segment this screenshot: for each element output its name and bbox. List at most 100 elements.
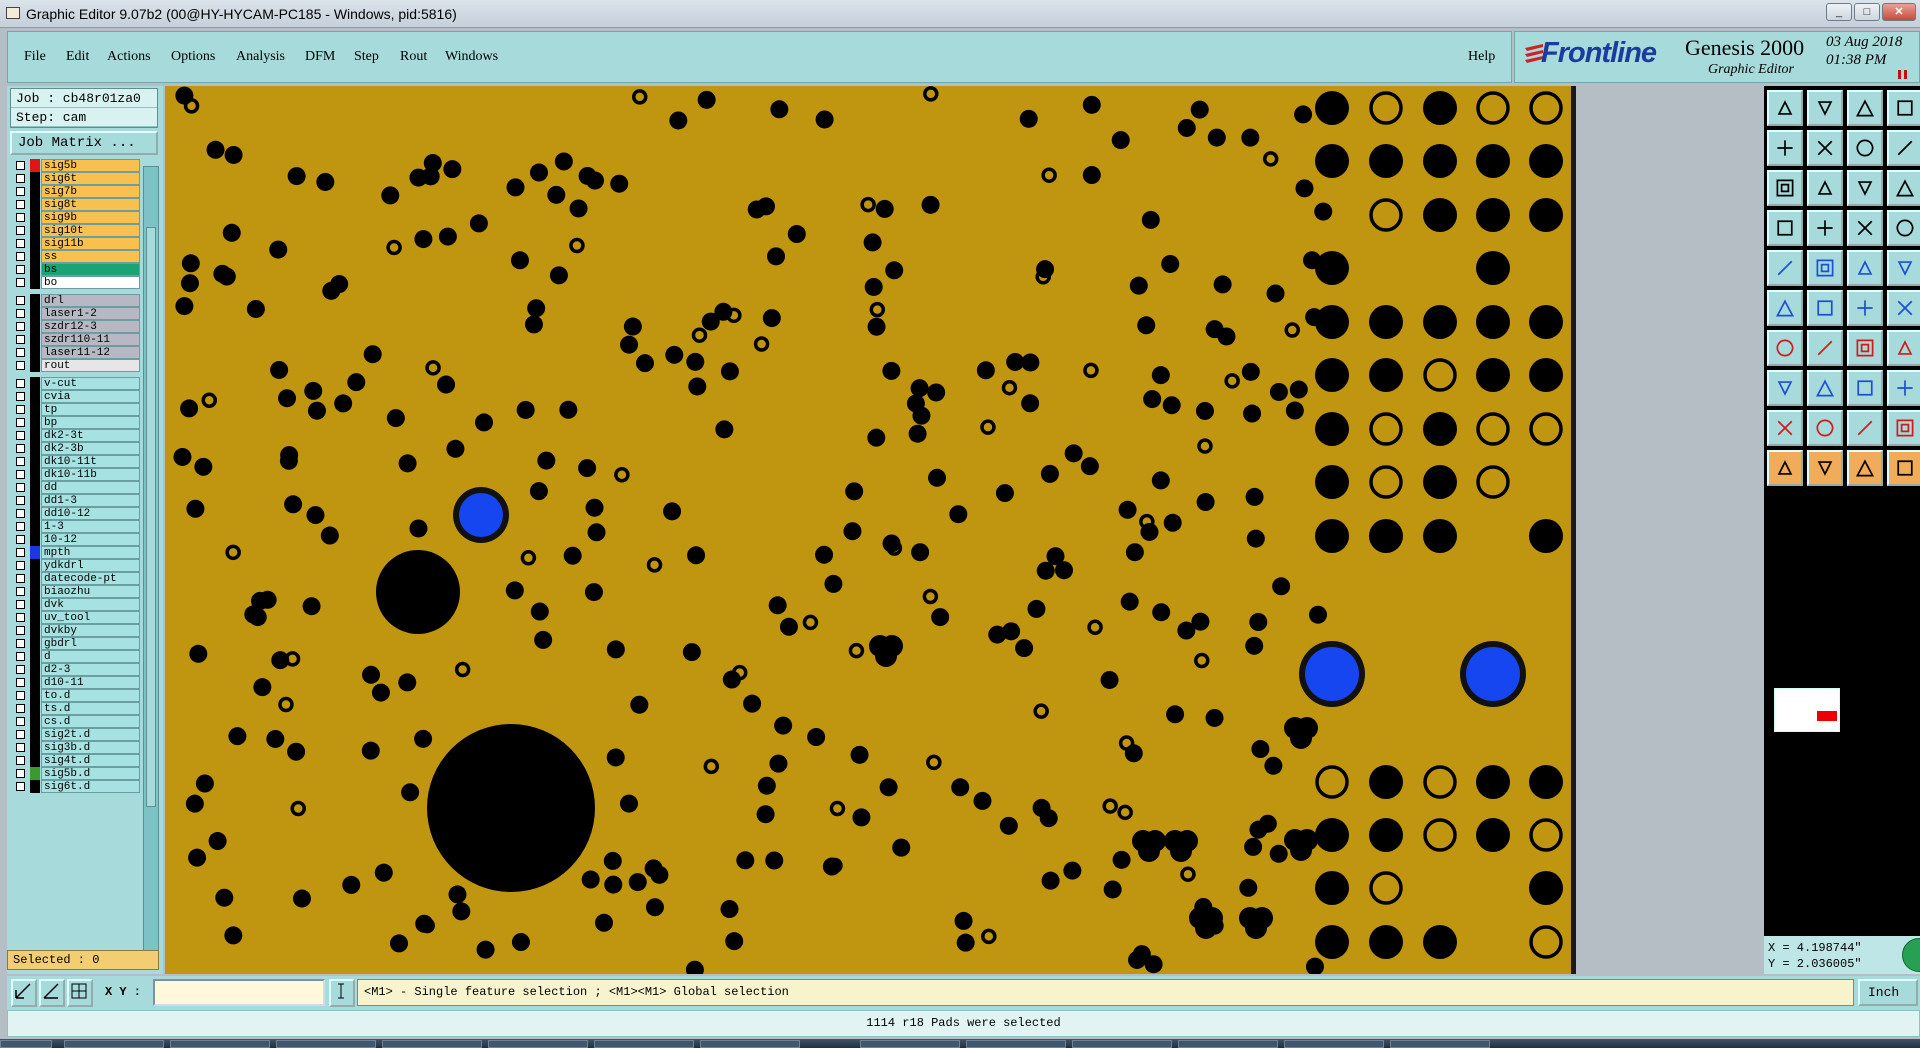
cut-icon[interactable] [1807, 290, 1843, 326]
layer-row[interactable]: ts.d [10, 702, 140, 715]
layer-name[interactable]: dd10-12 [41, 507, 140, 520]
layer-name[interactable]: szdr110-11 [41, 333, 140, 346]
layer-name[interactable]: uv_tool [41, 611, 140, 624]
taskbar-item[interactable] [276, 1040, 376, 1048]
triangle-alt2-icon[interactable] [1847, 410, 1883, 446]
layer-checkbox[interactable] [16, 431, 25, 440]
layer-name[interactable]: dd [41, 481, 140, 494]
layer-row[interactable]: sig6t [10, 172, 140, 185]
layer-checkbox[interactable] [16, 483, 25, 492]
job-matrix-button[interactable]: Job Matrix ... [10, 131, 158, 155]
layer-name[interactable]: sig5b [41, 159, 140, 172]
layer-row[interactable]: dk2-3t [10, 429, 140, 442]
layer-checkbox[interactable] [16, 309, 25, 318]
layer-row[interactable]: bo [10, 276, 140, 289]
close-button[interactable]: ✕ [1882, 3, 1916, 21]
layer-checkbox[interactable] [16, 348, 25, 357]
layer-checkbox[interactable] [16, 252, 25, 261]
layer-name[interactable]: datecode-pt [41, 572, 140, 585]
grid-snap-icon[interactable] [67, 979, 93, 1007]
line-add-icon[interactable] [1807, 250, 1843, 286]
layer-checkbox[interactable] [16, 639, 25, 648]
layer-checkbox[interactable] [16, 665, 25, 674]
layer-row[interactable]: dk10-11b [10, 468, 140, 481]
menu-actions[interactable]: Actions [107, 49, 151, 65]
draw-line-icon[interactable] [1767, 330, 1803, 366]
layer-name[interactable]: cs.d [41, 715, 140, 728]
copy-icon[interactable] [1767, 370, 1803, 406]
layer-name[interactable]: dvkby [41, 624, 140, 637]
text-cursor-icon[interactable] [329, 979, 355, 1007]
layer-checkbox[interactable] [16, 392, 25, 401]
minus-icon[interactable] [1807, 370, 1843, 406]
minimize-button[interactable]: _ [1826, 3, 1852, 21]
layer-row[interactable]: sig8t [10, 198, 140, 211]
taskbar-item[interactable] [700, 1040, 800, 1048]
layer-name[interactable]: dvk [41, 598, 140, 611]
menu-step[interactable]: Step [354, 49, 379, 65]
layer-row[interactable]: sig3b.d [10, 741, 140, 754]
menu-windows[interactable]: Windows [445, 49, 498, 65]
layer-checkbox[interactable] [16, 535, 25, 544]
layer-checkbox[interactable] [16, 743, 25, 752]
layer-checkbox[interactable] [16, 626, 25, 635]
layer-checkbox[interactable] [16, 509, 25, 518]
transform-icon[interactable] [1887, 370, 1920, 406]
layer-row[interactable]: dk2-3b [10, 442, 140, 455]
layer-checkbox[interactable] [16, 161, 25, 170]
layer-checkbox[interactable] [16, 418, 25, 427]
layer-name[interactable]: bp [41, 416, 140, 429]
layer-name[interactable]: bs [41, 263, 140, 276]
layer-name[interactable]: sig6t.d [41, 780, 140, 793]
taskbar-item[interactable] [382, 1040, 482, 1048]
select-arrow-alt-icon[interactable] [1807, 450, 1843, 486]
layer-row[interactable]: drl [10, 294, 140, 307]
layer-name[interactable]: d2-3 [41, 663, 140, 676]
pcb-board-view[interactable] [165, 86, 1576, 974]
taskbar-item[interactable] [488, 1040, 588, 1048]
layer-row[interactable]: sig11b [10, 237, 140, 250]
layer-name[interactable]: 1-3 [41, 520, 140, 533]
layer-checkbox[interactable] [16, 587, 25, 596]
layer-checkbox[interactable] [16, 213, 25, 222]
layer-checkbox[interactable] [16, 239, 25, 248]
triangle-icon[interactable] [1767, 410, 1803, 446]
layer-checkbox[interactable] [16, 296, 25, 305]
taskbar-item[interactable] [594, 1040, 694, 1048]
taskbar-item[interactable] [966, 1040, 1066, 1048]
layer-row[interactable]: bs [10, 263, 140, 276]
menu-help[interactable]: Help [1468, 49, 1495, 65]
surface-icon[interactable] [1847, 250, 1883, 286]
layer-checkbox[interactable] [16, 174, 25, 183]
layer-name[interactable]: dk2-3b [41, 442, 140, 455]
layer-row[interactable]: szdr110-11 [10, 333, 140, 346]
taskbar-item[interactable] [64, 1040, 164, 1048]
taskbar-item[interactable] [1390, 1040, 1490, 1048]
layer-checkbox[interactable] [16, 187, 25, 196]
layer-row[interactable]: gbdrl [10, 637, 140, 650]
layer-row[interactable]: szdr12-3 [10, 320, 140, 333]
layer-name[interactable]: ts.d [41, 702, 140, 715]
layer-name[interactable]: sig8t [41, 198, 140, 211]
layer-row[interactable]: ss [10, 250, 140, 263]
layer-row[interactable]: d10-11 [10, 676, 140, 689]
layer-row[interactable]: dvkby [10, 624, 140, 637]
layer-row[interactable]: to.d [10, 689, 140, 702]
layer-name[interactable]: sig5b.d [41, 767, 140, 780]
layer-row[interactable]: datecode-pt [10, 572, 140, 585]
move-right-icon[interactable] [1807, 130, 1843, 166]
pause-icon[interactable] [1898, 70, 1907, 79]
scrollbar-thumb[interactable] [146, 227, 156, 807]
layer-checkbox[interactable] [16, 613, 25, 622]
triangle-alt3-icon[interactable] [1887, 410, 1920, 446]
layer-name[interactable]: ss [41, 250, 140, 263]
layer-row[interactable]: dd [10, 481, 140, 494]
move-down-icon[interactable] [1807, 90, 1843, 126]
layout-icon[interactable] [1887, 90, 1920, 126]
layer-row[interactable]: laser11-12 [10, 346, 140, 359]
resize-icon[interactable] [1847, 370, 1883, 406]
help-icon[interactable] [1887, 170, 1920, 206]
net-icon[interactable] [1847, 210, 1883, 246]
layer-name[interactable]: 10-12 [41, 533, 140, 546]
graphic-canvas[interactable] [165, 86, 1576, 974]
